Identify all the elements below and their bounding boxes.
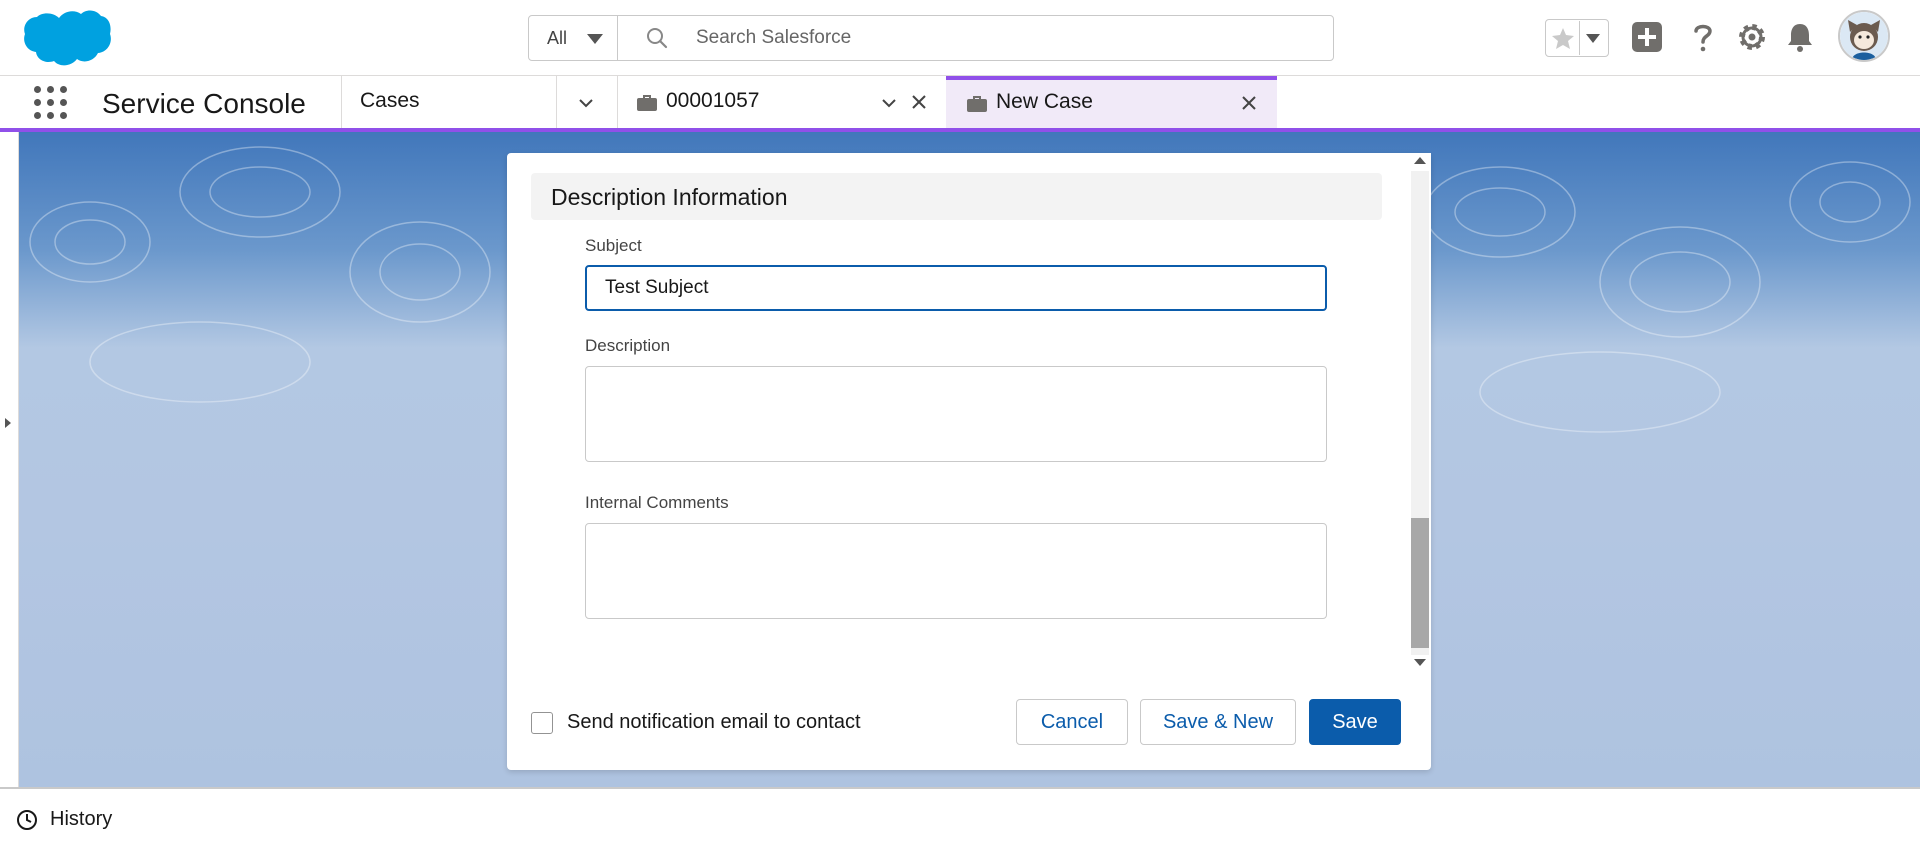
chevron-down-icon[interactable] [880, 94, 898, 112]
user-avatar[interactable] [1838, 10, 1890, 62]
global-search: All [528, 15, 1334, 61]
search-icon [647, 28, 668, 49]
modal-footer: Send notification email to contact Cance… [507, 673, 1431, 770]
cancel-button[interactable]: Cancel [1016, 699, 1128, 745]
send-notification-checkbox[interactable] [531, 712, 553, 734]
utility-bar: History [0, 787, 1920, 849]
description-textarea[interactable] [585, 366, 1327, 462]
modal-body: Description Information Subject Descript… [507, 153, 1407, 673]
tab-new-case[interactable]: New Case [946, 76, 1277, 128]
modal-scrollbar[interactable] [1407, 153, 1431, 673]
favorites-button[interactable] [1547, 21, 1580, 55]
new-case-modal: Description Information Subject Descript… [507, 153, 1431, 770]
cases-menu-button[interactable] [557, 76, 617, 128]
scroll-down-arrow-icon[interactable] [1414, 659, 1426, 666]
tab-case-00001057[interactable]: 00001057 [618, 76, 946, 128]
subject-input[interactable] [585, 265, 1327, 311]
briefcase-icon [967, 96, 987, 112]
star-icon [1552, 28, 1574, 49]
astro-avatar [1840, 12, 1888, 60]
internal-comments-label: Internal Comments [585, 493, 729, 512]
close-icon[interactable] [910, 93, 928, 111]
salesforce-logo[interactable] [22, 8, 112, 71]
scroll-up-arrow-icon[interactable] [1414, 157, 1426, 164]
favorites-menu-button[interactable] [1580, 21, 1606, 55]
section-header[interactable]: Description Information [531, 173, 1382, 220]
tab-cases[interactable]: Cases [342, 76, 556, 128]
internal-comments-textarea[interactable] [585, 523, 1327, 619]
global-header: All [0, 0, 1920, 76]
caret-down-icon [587, 34, 603, 44]
tab-label: 00001057 [666, 89, 760, 112]
briefcase-icon [637, 95, 657, 111]
section-title: Description Information [551, 184, 788, 210]
app-name: Service Console [102, 88, 306, 119]
tab-label: Cases [360, 89, 420, 112]
plus-icon[interactable] [1629, 19, 1665, 55]
chevron-down-icon [579, 99, 593, 108]
search-scope-dropdown[interactable]: All [529, 16, 618, 60]
gear-icon[interactable] [1734, 19, 1770, 55]
tab-label: New Case [996, 90, 1093, 113]
subject-label: Subject [585, 236, 642, 255]
left-panel-strip [0, 132, 19, 787]
close-icon[interactable] [1240, 94, 1258, 112]
save-button[interactable]: Save [1309, 699, 1401, 745]
clock-icon [17, 810, 37, 830]
question-icon[interactable] [1685, 19, 1721, 55]
favorites-group [1545, 19, 1609, 57]
caret-down-icon [1586, 34, 1600, 43]
waffle-icon[interactable] [34, 86, 68, 120]
scrollbar-thumb[interactable] [1411, 518, 1429, 648]
send-notification-label[interactable]: Send notification email to contact [567, 711, 861, 734]
history-label: History [50, 808, 113, 830]
search-input[interactable] [694, 22, 1298, 54]
search-scope-label: All [547, 28, 568, 48]
expand-panel-toggle[interactable] [5, 418, 11, 428]
description-label: Description [585, 336, 671, 355]
console-navigation: Service Console Cases 00001057 New Case [0, 76, 1920, 132]
save-and-new-button[interactable]: Save & New [1140, 699, 1296, 745]
bell-icon[interactable] [1782, 19, 1818, 55]
